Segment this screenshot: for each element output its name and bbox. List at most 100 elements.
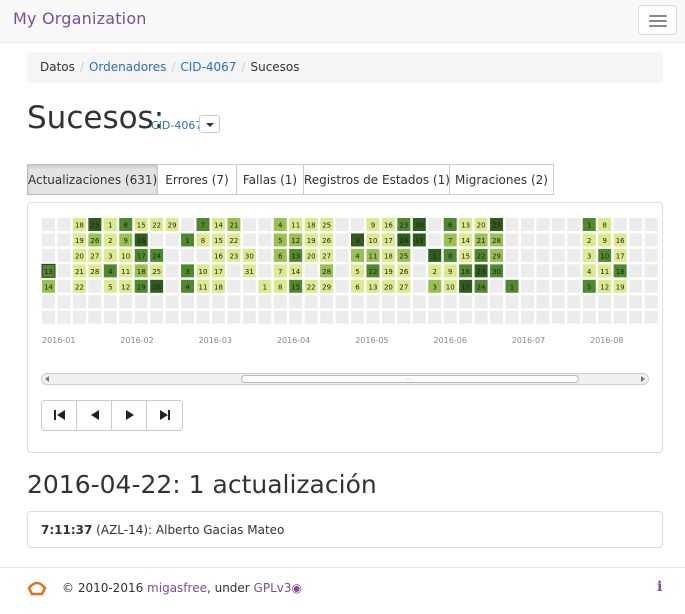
heatmap-cell[interactable]: 31 <box>242 264 256 278</box>
heatmap-cell[interactable]: 26 <box>397 264 411 278</box>
heatmap-cell[interactable]: 17 <box>381 233 395 247</box>
heatmap-cell[interactable]: 19 <box>304 233 318 247</box>
heatmap-cell[interactable]: 1 <box>181 233 195 247</box>
heatmap-cell[interactable]: 2 <box>582 233 596 247</box>
heatmap-cell[interactable]: 19 <box>72 233 86 247</box>
heatmap-cell[interactable]: 9 <box>443 264 457 278</box>
next-button[interactable] <box>112 401 147 430</box>
heatmap-cell[interactable]: 26 <box>320 233 334 247</box>
heatmap-cell[interactable]: 4 <box>351 248 364 262</box>
heatmap-cell[interactable]: 4 <box>103 264 117 278</box>
heatmap-cell[interactable]: 7 <box>273 264 287 278</box>
heatmap-cell[interactable]: 3 <box>181 264 195 278</box>
heatmap-cell[interactable]: 5 <box>273 233 287 247</box>
heatmap-cell[interactable]: 1 <box>505 279 519 293</box>
heatmap-cell[interactable]: 30 <box>412 218 426 231</box>
brand-link[interactable]: My Organization <box>13 9 147 28</box>
heatmap-cell[interactable]: 17 <box>613 248 627 262</box>
heatmap-cell[interactable]: 17 <box>459 279 473 293</box>
scroll-right-icon[interactable] <box>641 376 645 382</box>
heatmap-cell[interactable]: 11 <box>289 218 303 231</box>
heatmap-cell[interactable]: 20 <box>474 218 488 231</box>
heatmap-cell[interactable]: 3 <box>103 248 117 262</box>
menu-toggle-button[interactable] <box>638 5 677 35</box>
heatmap-cell[interactable]: 21 <box>227 218 241 231</box>
heatmap-cell[interactable]: 18 <box>211 279 225 293</box>
heatmap-cell[interactable]: 24 <box>397 233 411 247</box>
heatmap-cell[interactable]: 9 <box>119 233 133 247</box>
heatmap-cell[interactable]: 3 <box>582 248 596 262</box>
heatmap-cell[interactable]: 3 <box>351 233 364 247</box>
heatmap-cell[interactable]: 22 <box>304 279 318 293</box>
heatmap-cell[interactable]: 26 <box>150 279 164 293</box>
heatmap-cell[interactable]: 23 <box>227 248 241 262</box>
heatmap-cell[interactable]: 29 <box>165 218 179 231</box>
heatmap-cell[interactable]: 14 <box>459 233 473 247</box>
tab-errores[interactable]: Errores (7) <box>157 164 237 195</box>
last-button[interactable] <box>147 401 182 430</box>
heatmap-cell[interactable]: 10 <box>366 233 380 247</box>
heatmap-cell[interactable]: 16 <box>459 264 473 278</box>
heatmap-cell[interactable]: 16 <box>211 248 225 262</box>
tab-fallas[interactable]: Fallas (1) <box>236 164 304 195</box>
heatmap-cell[interactable]: 13 <box>459 218 473 231</box>
heatmap-cell[interactable]: 1 <box>582 218 596 231</box>
heatmap-cell[interactable]: 18 <box>304 218 318 231</box>
heatmap-cell[interactable]: 22 <box>150 218 164 231</box>
heatmap-cell[interactable]: 10 <box>443 279 457 293</box>
heatmap-cell[interactable]: 16 <box>381 218 395 231</box>
heatmap-cell[interactable]: 11 <box>196 279 210 293</box>
heatmap-cell[interactable]: 27 <box>397 279 411 293</box>
breadcrumb-link-computer[interactable]: CID-4067 <box>180 60 236 74</box>
heatmap-cell[interactable]: 15 <box>289 279 303 293</box>
heatmap-cell[interactable]: 19 <box>134 279 148 293</box>
timeline-scrollbar[interactable]: ⋯ <box>41 373 649 385</box>
heatmap-cell[interactable]: 5 <box>582 279 596 293</box>
heatmap-cell[interactable]: 28 <box>490 233 504 247</box>
heatmap-cell[interactable]: 14 <box>211 218 225 231</box>
heatmap-cell[interactable]: 2 <box>428 264 442 278</box>
heatmap-cell[interactable]: 21 <box>72 264 86 278</box>
footer-migasfree-link[interactable]: migasfree <box>147 581 207 595</box>
heatmap-cell[interactable]: 8 <box>273 279 287 293</box>
heatmap-cell[interactable]: 22 <box>227 233 241 247</box>
heatmap-cell[interactable]: 15 <box>211 233 225 247</box>
heatmap-cell[interactable]: 6 <box>273 248 287 262</box>
heatmap-cell[interactable]: 16 <box>134 233 148 247</box>
computer-dropdown-button[interactable] <box>199 115 220 133</box>
heatmap-cell[interactable]: 11 <box>119 264 133 278</box>
heatmap-cell[interactable]: 9 <box>366 218 380 231</box>
heatmap-cell[interactable]: 8 <box>196 233 210 247</box>
heatmap-cell[interactable]: 8 <box>443 248 457 262</box>
heatmap-cell[interactable]: 22 <box>72 279 86 293</box>
heatmap-cell[interactable]: 10 <box>598 248 612 262</box>
tab-registros-estados[interactable]: Registros de Estados (1) <box>303 164 450 195</box>
heatmap-cell[interactable]: 19 <box>381 264 395 278</box>
heatmap-cell[interactable]: 28 <box>88 264 102 278</box>
heatmap-cell[interactable]: 25 <box>88 218 102 231</box>
heatmap-cell[interactable]: 5 <box>351 264 364 278</box>
heatmap-cell[interactable]: 19 <box>613 279 627 293</box>
tab-actualizaciones[interactable]: Actualizaciones (631) <box>27 164 158 195</box>
heatmap-cell[interactable]: 4 <box>181 279 195 293</box>
heatmap-cell[interactable]: 1 <box>103 218 117 231</box>
heatmap-cell[interactable]: 29 <box>320 279 334 293</box>
heatmap-cell[interactable]: 25 <box>150 264 164 278</box>
heatmap-cell[interactable]: 29 <box>490 248 504 262</box>
heatmap-cell[interactable]: 27 <box>490 218 504 231</box>
heatmap-cell[interactable]: 7 <box>196 218 210 231</box>
heatmap-cell[interactable]: 3 <box>428 279 442 293</box>
heatmap-cell[interactable]: 23 <box>474 264 488 278</box>
heatmap-cell[interactable]: 23 <box>397 218 411 231</box>
scroll-thumb[interactable]: ⋯ <box>241 375 579 383</box>
heatmap-cell[interactable]: 30 <box>490 264 504 278</box>
heatmap-cell[interactable]: 22 <box>474 248 488 262</box>
heatmap-cell[interactable]: 18 <box>72 218 86 231</box>
heatmap-cell[interactable]: 24 <box>474 279 488 293</box>
heatmap-cell[interactable]: 12 <box>366 264 380 278</box>
footer-license-link[interactable]: GPLv3 <box>254 581 292 595</box>
heatmap-cell[interactable]: 28 <box>320 264 334 278</box>
heatmap-cell[interactable]: 1 <box>258 279 272 293</box>
heatmap-cell[interactable]: 6 <box>351 279 364 293</box>
heatmap-cell[interactable]: 10 <box>196 264 210 278</box>
